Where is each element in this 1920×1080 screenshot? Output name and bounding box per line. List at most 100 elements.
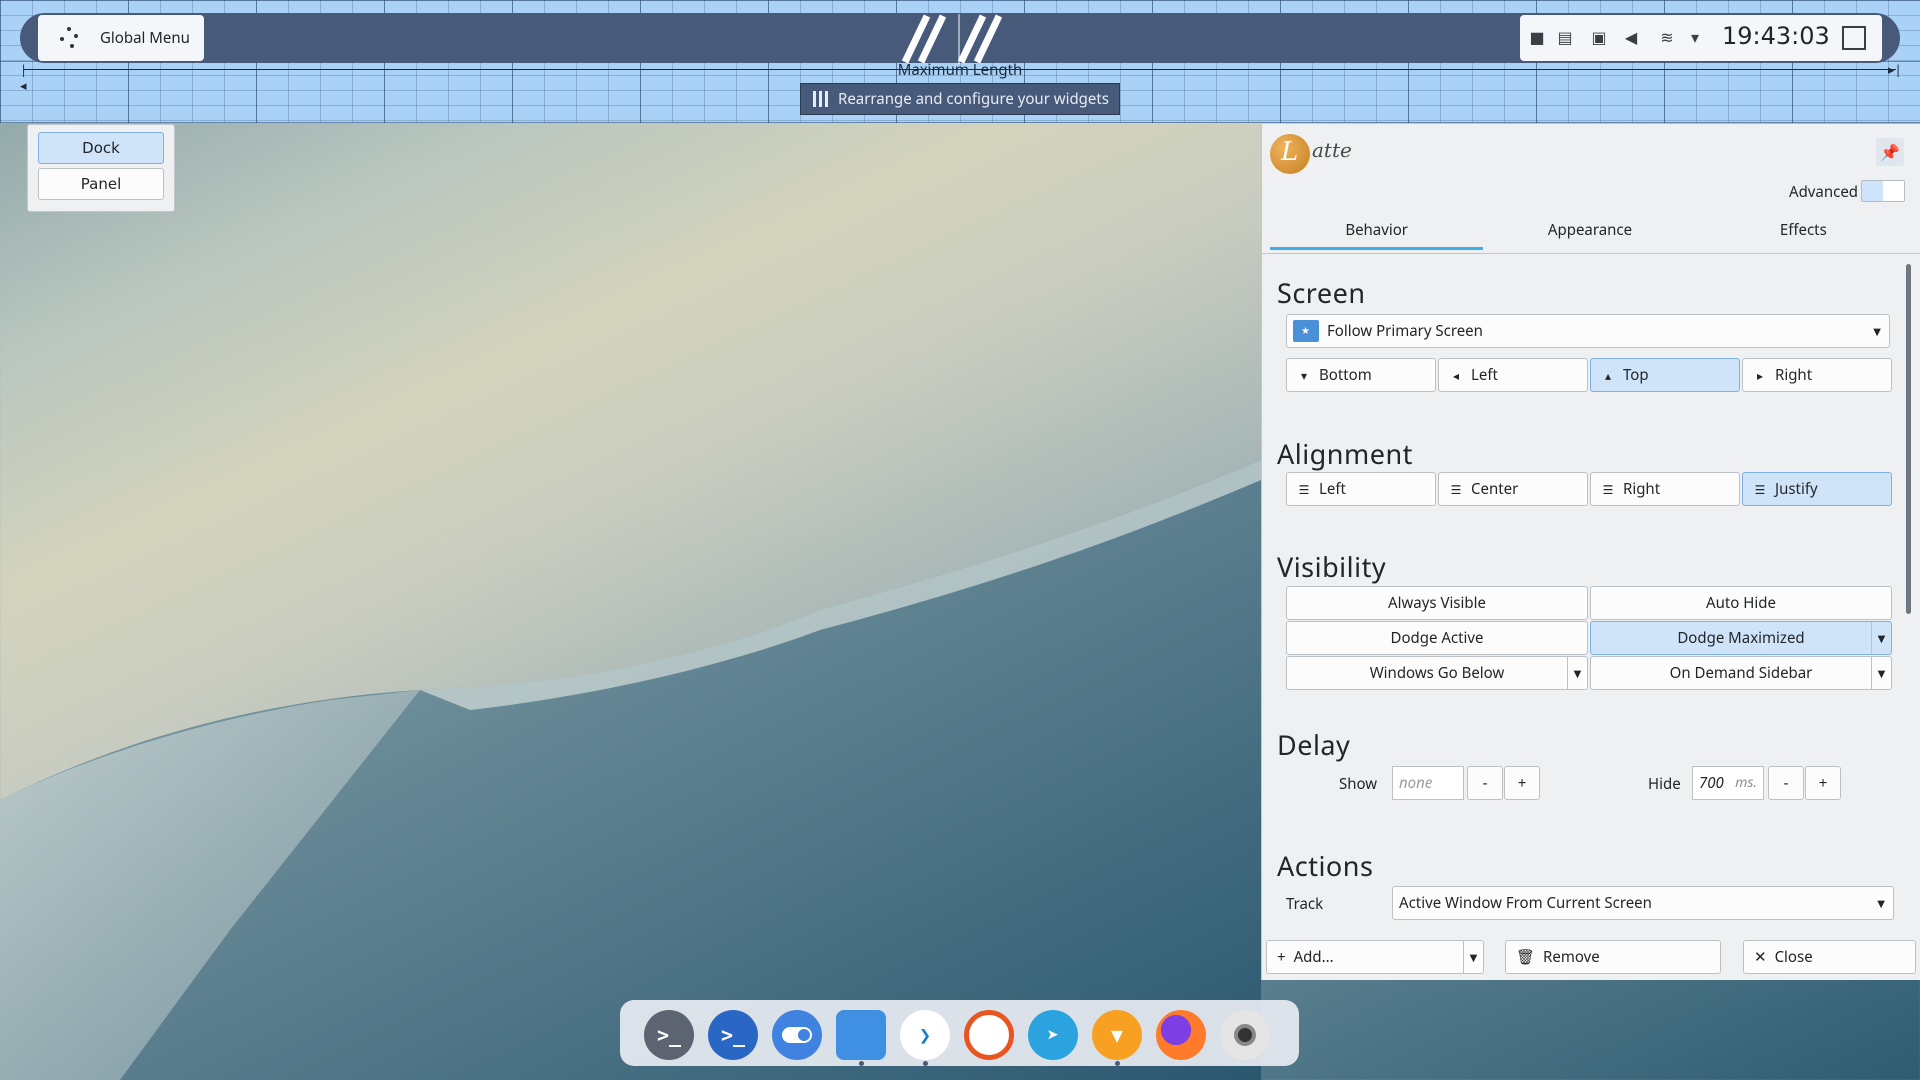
- on-demand-sidebar-button[interactable]: On Demand Sidebar ▼: [1590, 656, 1892, 690]
- dodge-maximized-menu-icon[interactable]: ▼: [1871, 622, 1891, 654]
- on-demand-sidebar-menu-icon[interactable]: ▼: [1871, 657, 1891, 689]
- latte-settings-window: atte 📌 Advanced Behavior Appearance Effe…: [1261, 124, 1920, 980]
- latte-dock: >_ >_ ❯ ➤ ▼: [620, 1000, 1299, 1066]
- telegram-icon[interactable]: ➤: [1028, 1010, 1078, 1060]
- advanced-toggle[interactable]: [1861, 180, 1905, 202]
- dodge-active-button[interactable]: Dodge Active: [1286, 621, 1588, 655]
- square-icon[interactable]: ■: [1528, 27, 1546, 47]
- visibility-heading: Visibility: [1277, 548, 1387, 585]
- ubuntu-icon[interactable]: [964, 1010, 1014, 1060]
- pin-icon[interactable]: 📌: [1876, 138, 1904, 166]
- align-justify-icon: ☰: [1754, 480, 1766, 498]
- settings-tabs: Behavior Appearance Effects: [1270, 210, 1910, 250]
- track-select[interactable]: Active Window From Current Screen ▼: [1392, 886, 1894, 920]
- align-left-icon: ☰: [1298, 480, 1310, 498]
- hide-delay-value: 700: [1699, 773, 1724, 793]
- add-menu-icon[interactable]: ▼: [1463, 941, 1483, 973]
- screen-folder-icon: [1293, 320, 1319, 342]
- windows-go-below-button[interactable]: Windows Go Below ▼: [1286, 656, 1588, 690]
- arrow-right-icon: ▸: [1756, 366, 1764, 384]
- align-justify-label: Justify: [1775, 479, 1818, 499]
- position-left-button[interactable]: ◂ Left: [1438, 358, 1588, 392]
- position-top-button[interactable]: ▴ Top: [1590, 358, 1740, 392]
- global-menu-icon: [52, 21, 86, 55]
- show-delay-minus-button[interactable]: -: [1467, 766, 1503, 800]
- always-visible-button[interactable]: Always Visible: [1286, 586, 1588, 620]
- tab-effects[interactable]: Effects: [1697, 210, 1910, 250]
- align-left-label: Left: [1319, 479, 1346, 499]
- clock[interactable]: 19:43:03: [1722, 22, 1830, 50]
- panel-button[interactable]: Panel: [38, 168, 164, 200]
- track-select-value: Active Window From Current Screen: [1399, 893, 1652, 913]
- align-center-icon: ☰: [1450, 480, 1462, 498]
- brave-icon[interactable]: ▼: [1092, 1010, 1142, 1060]
- arrow-left-icon: ◂: [1452, 366, 1460, 384]
- hide-delay-minus-button[interactable]: -: [1768, 766, 1804, 800]
- windows-go-below-menu-icon[interactable]: ▼: [1567, 657, 1587, 689]
- hide-delay-label: Hide: [1648, 774, 1681, 794]
- hide-delay-plus-button[interactable]: +: [1805, 766, 1841, 800]
- global-menu-widget[interactable]: Global Menu: [38, 15, 204, 61]
- chevron-down-icon: ▼: [1877, 896, 1885, 910]
- arrow-up-icon: ▴: [1604, 366, 1612, 384]
- close-icon: ✕: [1754, 947, 1767, 967]
- position-right-button[interactable]: ▸ Right: [1742, 358, 1892, 392]
- show-delay-placeholder: none: [1399, 773, 1433, 793]
- windows-go-below-label: Windows Go Below: [1369, 663, 1505, 683]
- dodge-maximized-label: Dodge Maximized: [1677, 628, 1805, 648]
- terminal-icon[interactable]: >_: [644, 1010, 694, 1060]
- konsole-icon[interactable]: >_: [708, 1010, 758, 1060]
- actions-heading: Actions: [1277, 847, 1374, 884]
- screen-select-value: Follow Primary Screen: [1327, 321, 1483, 341]
- rearrange-widgets-button[interactable]: Rearrange and configure your widgets: [800, 83, 1120, 115]
- align-justify-button[interactable]: ☰ Justify: [1742, 472, 1892, 506]
- running-indicator: [1115, 1061, 1120, 1066]
- tab-appearance[interactable]: Appearance: [1483, 210, 1696, 250]
- screen-select[interactable]: Follow Primary Screen ▼: [1286, 314, 1890, 348]
- dodge-maximized-button[interactable]: Dodge Maximized ▼: [1590, 621, 1892, 655]
- wifi-icon[interactable]: ≋: [1658, 27, 1676, 47]
- latte-logo-icon: [1270, 134, 1310, 174]
- show-delay-plus-button[interactable]: +: [1504, 766, 1540, 800]
- advanced-label: Advanced: [1789, 182, 1859, 202]
- alignment-heading: Alignment: [1277, 435, 1413, 472]
- vscode-icon[interactable]: ❯: [900, 1010, 950, 1060]
- on-demand-sidebar-label: On Demand Sidebar: [1669, 663, 1813, 683]
- volume-icon[interactable]: ◀: [1622, 27, 1640, 47]
- auto-hide-button[interactable]: Auto Hide: [1590, 586, 1892, 620]
- align-center-label: Center: [1471, 479, 1519, 499]
- display-icon[interactable]: ▣: [1590, 27, 1608, 47]
- maximum-length-handle[interactable]: [895, 14, 1020, 64]
- align-left-button[interactable]: ☰ Left: [1286, 472, 1436, 506]
- trash-icon: 🗑: [1516, 947, 1536, 967]
- delay-heading: Delay: [1277, 726, 1351, 763]
- clipboard-icon[interactable]: ▤: [1556, 27, 1574, 47]
- settings-scrollbar[interactable]: [1906, 264, 1911, 614]
- hide-delay-input[interactable]: 700 ms.: [1692, 766, 1764, 800]
- align-right-button[interactable]: ☰ Right: [1590, 472, 1740, 506]
- show-delay-input[interactable]: none: [1392, 766, 1464, 800]
- remove-button[interactable]: 🗑 Remove: [1505, 940, 1721, 974]
- track-label: Track: [1286, 894, 1324, 914]
- align-center-button[interactable]: ☰ Center: [1438, 472, 1588, 506]
- firefox-icon[interactable]: [1156, 1010, 1206, 1060]
- dock-button[interactable]: Dock: [38, 132, 164, 164]
- toggle-app-icon[interactable]: [772, 1010, 822, 1060]
- ruler-start-icon[interactable]: |◂: [20, 61, 32, 93]
- running-indicator: [923, 1061, 928, 1066]
- plus-icon: +: [1277, 947, 1286, 967]
- arrow-down-icon: ▾: [1300, 366, 1308, 384]
- camera-icon[interactable]: [1220, 1010, 1270, 1060]
- grip-icon: [813, 91, 828, 107]
- files-icon[interactable]: [836, 1010, 886, 1060]
- add-button[interactable]: + Add... ▼: [1266, 940, 1484, 974]
- show-desktop-icon[interactable]: [1842, 26, 1866, 50]
- tab-behavior[interactable]: Behavior: [1270, 210, 1484, 250]
- align-right-icon: ☰: [1602, 480, 1614, 498]
- close-button[interactable]: ✕ Close: [1743, 940, 1916, 974]
- position-bottom-button[interactable]: ▾ Bottom: [1286, 358, 1436, 392]
- tray-expand-icon[interactable]: ▾: [1686, 27, 1704, 47]
- ruler-end-icon[interactable]: ▸|: [1888, 61, 1902, 77]
- align-right-label: Right: [1623, 479, 1661, 499]
- position-top-label: Top: [1623, 365, 1649, 385]
